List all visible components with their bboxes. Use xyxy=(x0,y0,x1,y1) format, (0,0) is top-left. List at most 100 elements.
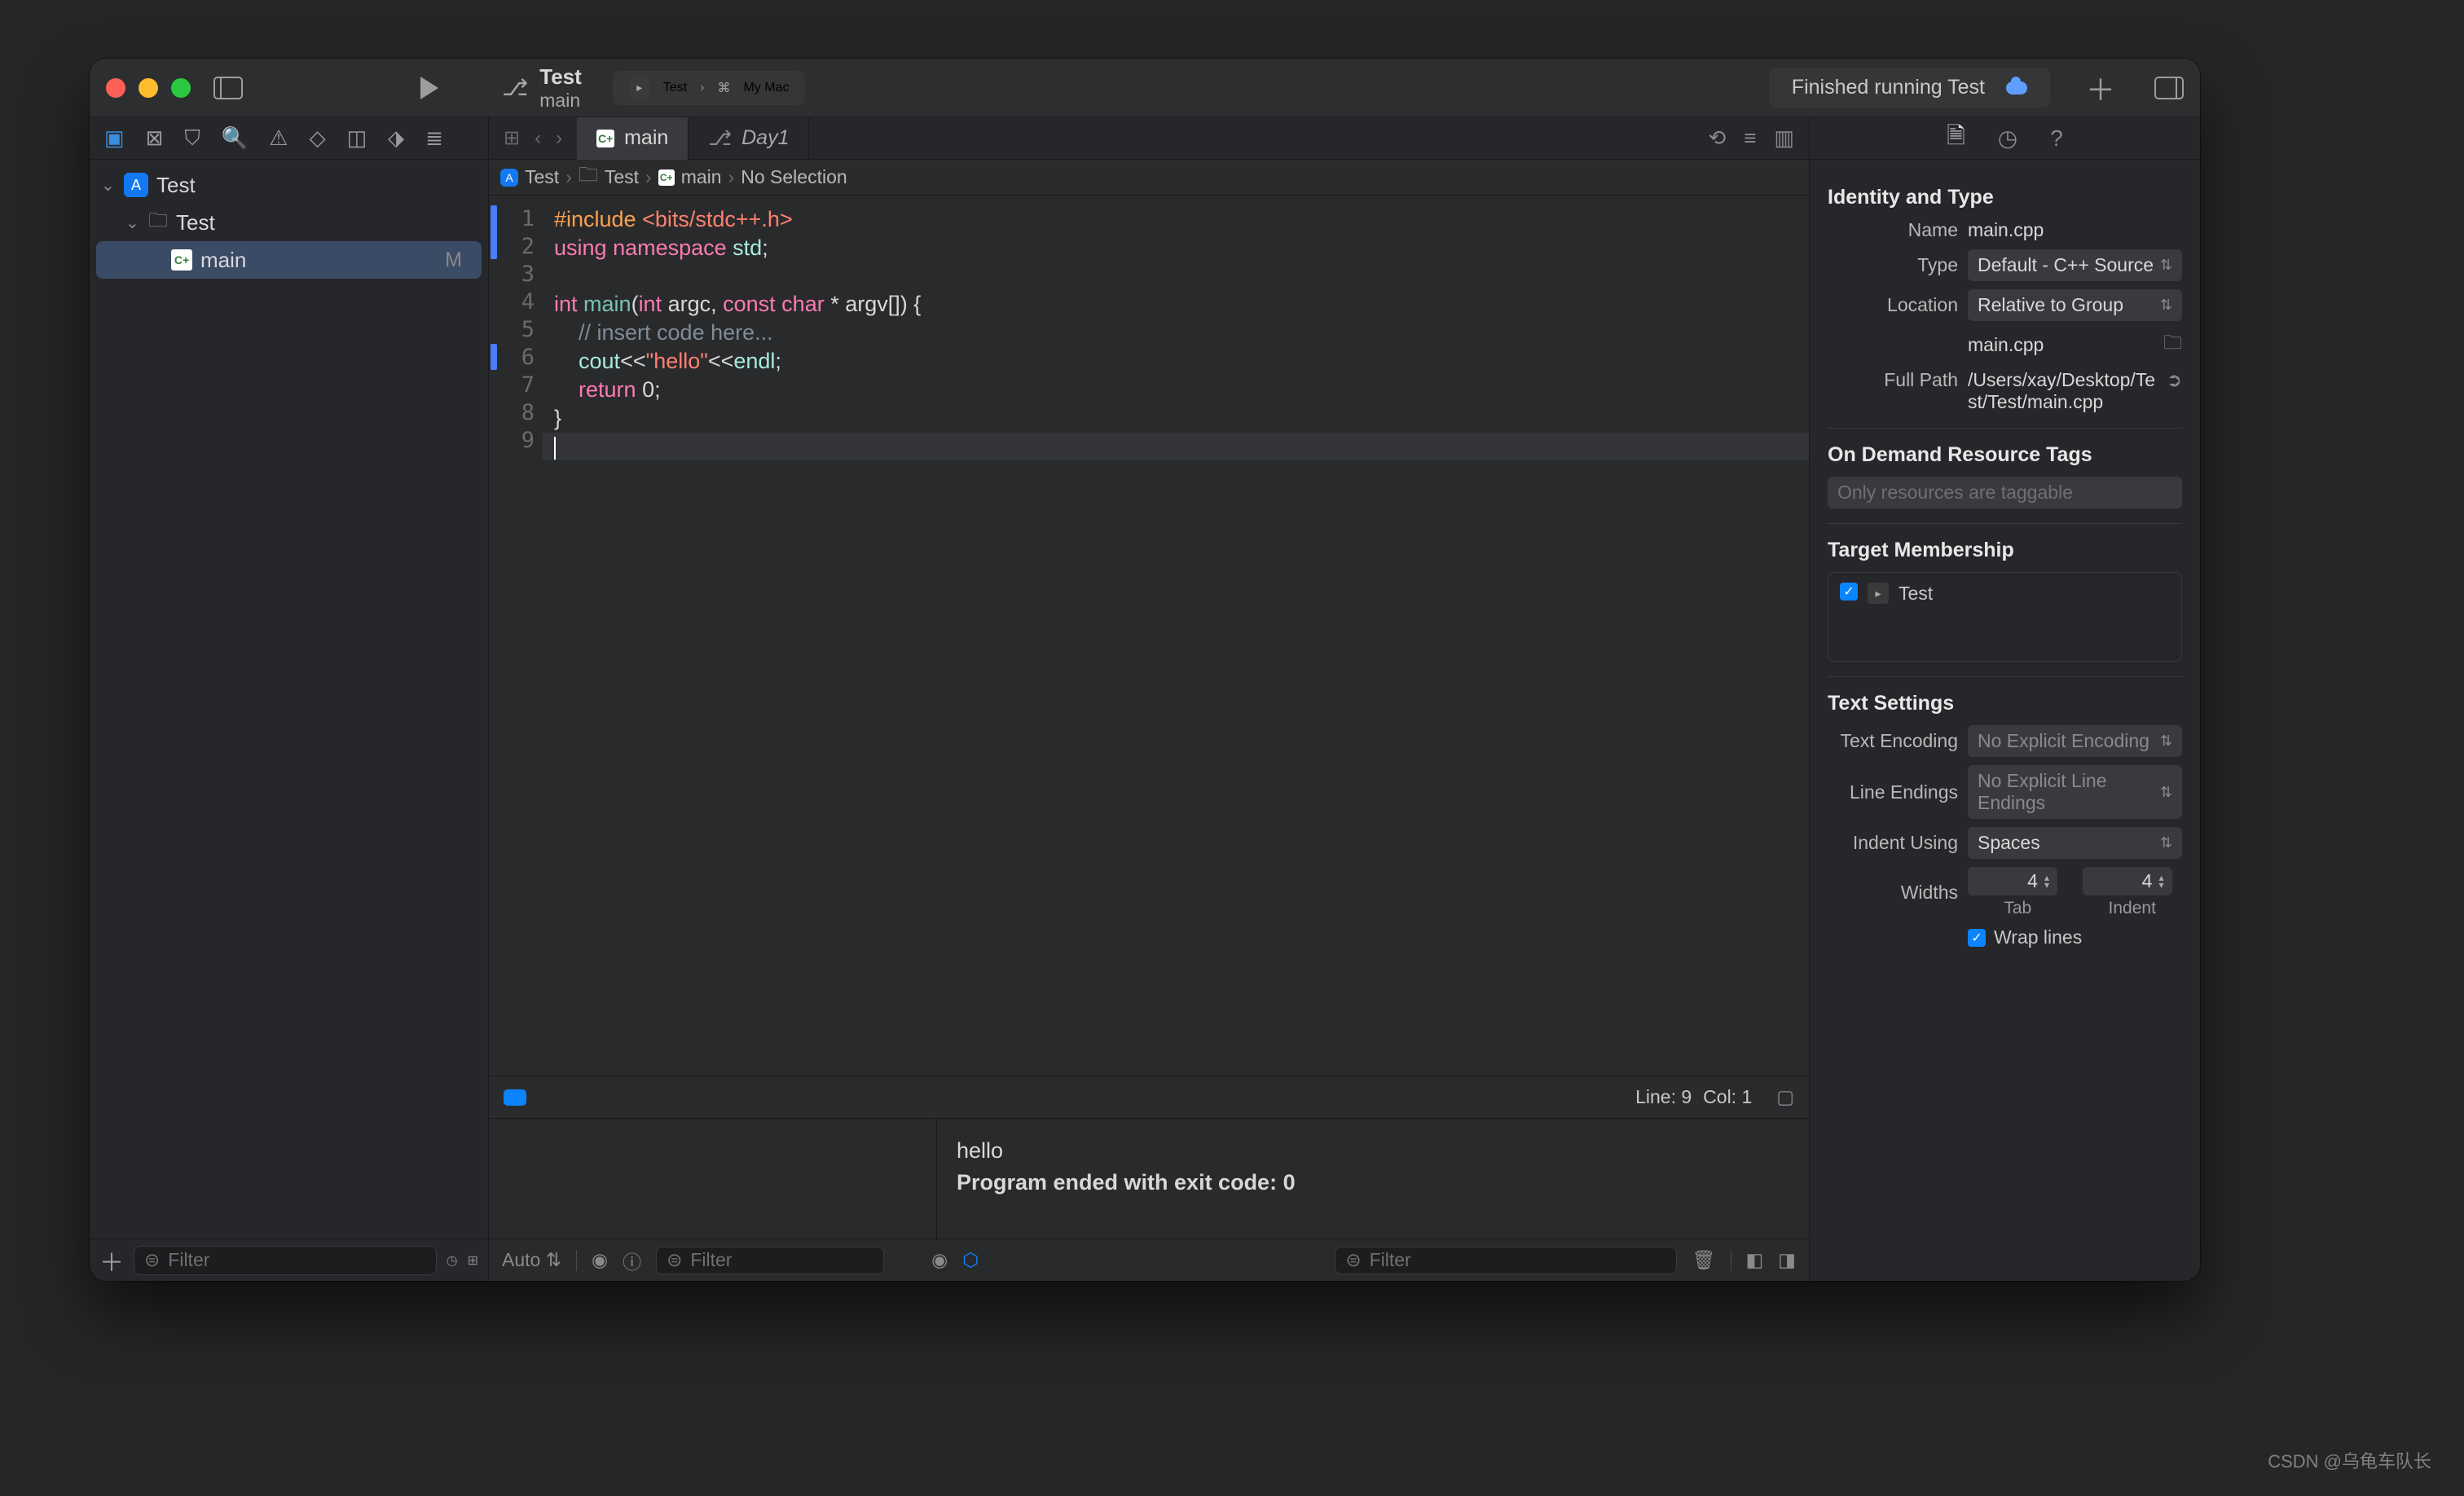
encoding-select[interactable]: No Explicit Encoding⇅ xyxy=(1968,725,2182,757)
jump-file[interactable]: main xyxy=(681,166,722,188)
nav-back-icon[interactable]: ‹ xyxy=(535,127,541,150)
eye-icon[interactable]: ◉ xyxy=(931,1249,948,1271)
t: namespace xyxy=(613,235,733,260)
t: << xyxy=(620,349,646,373)
location-select[interactable]: Relative to Group⇅ xyxy=(1968,289,2182,321)
chevron-right-icon: › xyxy=(700,81,704,95)
console-filter[interactable]: ⊜ Filter xyxy=(1335,1247,1677,1274)
split-icon[interactable]: ▥ xyxy=(1774,125,1794,151)
scm-icon[interactable]: ⊞ xyxy=(468,1252,478,1269)
t: Program ended with exit code: 0 xyxy=(957,1170,1296,1195)
console-output[interactable]: hello Program ended with exit code: 0 xyxy=(937,1119,1809,1239)
target-membership[interactable]: ✓ ▸ Test xyxy=(1828,572,2182,662)
checkbox-checked-icon[interactable]: ✓ xyxy=(1840,583,1858,601)
section-target: Target Membership xyxy=(1828,539,2182,562)
navigator-filter[interactable]: ⊜ Filter xyxy=(134,1246,437,1275)
project-navigator-icon[interactable]: ▣ xyxy=(104,125,125,151)
section-text: Text Settings xyxy=(1828,692,2182,715)
disclosure-icon[interactable]: ⌄ xyxy=(125,213,140,233)
nav-forward-icon[interactable]: › xyxy=(556,127,562,150)
breakpoint-toggle[interactable] xyxy=(504,1089,526,1106)
t: ; xyxy=(775,349,781,373)
breakpoint-icon[interactable]: ⬗ xyxy=(388,125,404,151)
project-root[interactable]: ⌄ A Test xyxy=(90,166,488,204)
add-button[interactable]: ＋ xyxy=(99,1243,124,1278)
branch-icon: ⎇ xyxy=(708,126,732,151)
checkbox-checked-icon[interactable]: ✓ xyxy=(1968,929,1986,947)
jump-bar[interactable]: A Test› 🗀 Test› C+ main› No Selection xyxy=(489,160,1809,196)
disclosure-icon[interactable]: ⌄ xyxy=(101,175,116,196)
pane-left-icon[interactable]: ◧ xyxy=(1746,1249,1764,1271)
minimize-window[interactable] xyxy=(139,78,158,98)
toggle-inspector-icon[interactable] xyxy=(2154,77,2184,99)
cursor-line: Line: 9 xyxy=(1635,1086,1692,1108)
minimap-icon[interactable]: ▢ xyxy=(1776,1086,1794,1108)
filter-placeholder: Filter xyxy=(1370,1249,1411,1271)
line-endings-select[interactable]: No Explicit Line Endings⇅ xyxy=(1968,765,2182,819)
editor-status-bar: Line: 9 Col: 1 ▢ xyxy=(489,1076,1809,1118)
label: Line Endings xyxy=(1828,781,1958,803)
branch-icon: ⎇ xyxy=(502,74,528,101)
status-text: Finished running Test xyxy=(1792,76,1985,99)
inspector-tabs: 🗎 ◷ ? xyxy=(1810,117,2200,160)
tab-main[interactable]: C+ main xyxy=(577,117,689,160)
reload-icon[interactable]: ⟲ xyxy=(1708,125,1726,151)
run-button[interactable] xyxy=(420,77,438,99)
add-editor-button[interactable]: ＋ xyxy=(2086,67,2115,109)
t: endl xyxy=(733,349,775,373)
jump-folder[interactable]: Test xyxy=(605,166,639,188)
info-icon[interactable]: ⓘ xyxy=(623,1247,641,1274)
variables-view[interactable] xyxy=(489,1119,937,1239)
code-editor[interactable]: 1 2 3 4 5 6 7 8 9 #include <bits/stdc++.… xyxy=(489,196,1809,1076)
source-control-icon[interactable]: ⊠ xyxy=(146,125,164,151)
pane-right-icon[interactable]: ◨ xyxy=(1778,1249,1796,1271)
scheme-branch[interactable]: ⎇ Test main xyxy=(502,64,582,112)
filter-placeholder: Filter xyxy=(690,1249,732,1271)
name-field[interactable]: main.cpp xyxy=(1968,219,2182,241)
target-device: My Mac xyxy=(743,81,789,95)
label: Widths xyxy=(1828,882,1958,904)
terminal-icon: ▸ xyxy=(1868,583,1889,604)
reveal-icon[interactable]: ➲ xyxy=(2167,369,2182,413)
inspector-content: Identity and Type Name main.cpp Type Def… xyxy=(1810,160,2200,968)
adjust-icon[interactable]: ≡ xyxy=(1744,125,1756,151)
folder-row[interactable]: ⌄ 🗀 Test xyxy=(90,204,488,241)
filter-placeholder: Filter xyxy=(168,1249,209,1271)
trash-icon[interactable]: 🗑 xyxy=(1692,1249,1715,1271)
file-row-selected[interactable]: C+ main M xyxy=(96,241,482,279)
issue-icon[interactable]: ⚠ xyxy=(269,125,288,151)
indent-width-stepper[interactable]: 4▴▾ xyxy=(2083,867,2172,895)
test-icon[interactable]: ◇ xyxy=(310,125,326,151)
file-inspector-icon[interactable]: 🗎 xyxy=(1947,119,1965,158)
clock-icon[interactable]: ◷ xyxy=(447,1252,458,1269)
related-items-icon[interactable]: ⊞ xyxy=(504,126,520,150)
eye-icon[interactable]: ◉ xyxy=(592,1249,608,1271)
code-content[interactable]: #include <bits/stdc++.h> using namespace… xyxy=(543,196,1809,1076)
indent-select[interactable]: Spaces⇅ xyxy=(1968,827,2182,859)
label: Type xyxy=(1828,254,1958,276)
folder-open-icon[interactable]: 🗀 xyxy=(2163,329,2182,361)
navigator-filter-bar: ＋ ⊜ Filter ◷ ⊞ xyxy=(90,1239,488,1281)
memory-icon[interactable]: ⬡ xyxy=(962,1249,979,1271)
history-inspector-icon[interactable]: ◷ xyxy=(1998,125,2017,152)
tab-bar: ⊞ ‹ › C+ main ⎇ Day1 ⟲ ≡ ▥ xyxy=(489,117,1809,160)
change-gutter xyxy=(489,196,497,1076)
find-icon[interactable]: 🔍 xyxy=(222,125,248,151)
jump-root[interactable]: Test xyxy=(525,166,559,188)
tab-width-stepper[interactable]: 4▴▾ xyxy=(1968,867,2057,895)
auto-selector[interactable]: Auto ⇅ xyxy=(502,1249,561,1271)
debug-icon[interactable]: ◫ xyxy=(347,125,367,151)
zoom-window[interactable] xyxy=(171,78,191,98)
toggle-navigator-icon[interactable] xyxy=(213,77,243,99)
run-destination[interactable]: ▸ Test › ⌘ My Mac xyxy=(613,71,806,105)
cpp-file-icon: C+ xyxy=(596,130,614,147)
vars-filter[interactable]: ⊜ Filter xyxy=(656,1247,884,1274)
help-inspector-icon[interactable]: ? xyxy=(2050,125,2063,152)
bookmark-icon[interactable]: ⛉ xyxy=(184,125,200,152)
jump-selection[interactable]: No Selection xyxy=(741,166,847,188)
close-window[interactable] xyxy=(106,78,125,98)
tab-day1[interactable]: ⎇ Day1 xyxy=(689,117,809,160)
cloud-icon xyxy=(2006,81,2027,95)
type-select[interactable]: Default - C++ Source⇅ xyxy=(1968,249,2182,281)
report-icon[interactable]: ≣ xyxy=(425,125,443,151)
